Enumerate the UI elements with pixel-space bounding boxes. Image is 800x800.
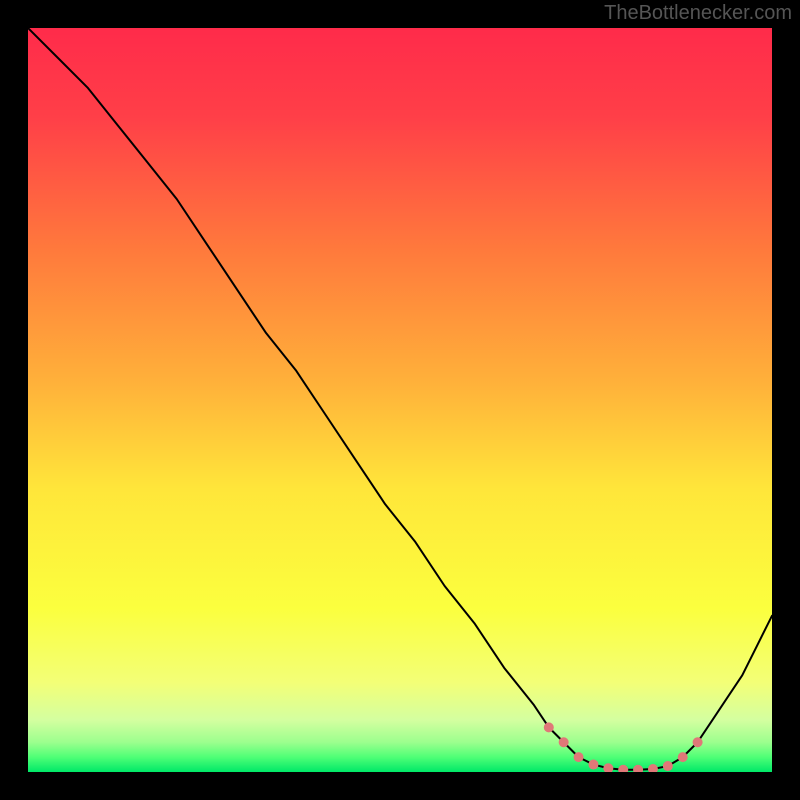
chart-plot-area — [28, 28, 772, 772]
optimal-range-marker — [559, 737, 569, 747]
optimal-range-marker — [693, 737, 703, 747]
optimal-range-marker — [588, 760, 598, 770]
optimal-range-marker — [574, 752, 584, 762]
chart-background-gradient — [28, 28, 772, 772]
optimal-range-marker — [678, 752, 688, 762]
optimal-range-marker — [544, 722, 554, 732]
chart-canvas — [28, 28, 772, 772]
optimal-range-marker — [663, 761, 673, 771]
watermark-text: TheBottlenecker.com — [604, 2, 792, 25]
